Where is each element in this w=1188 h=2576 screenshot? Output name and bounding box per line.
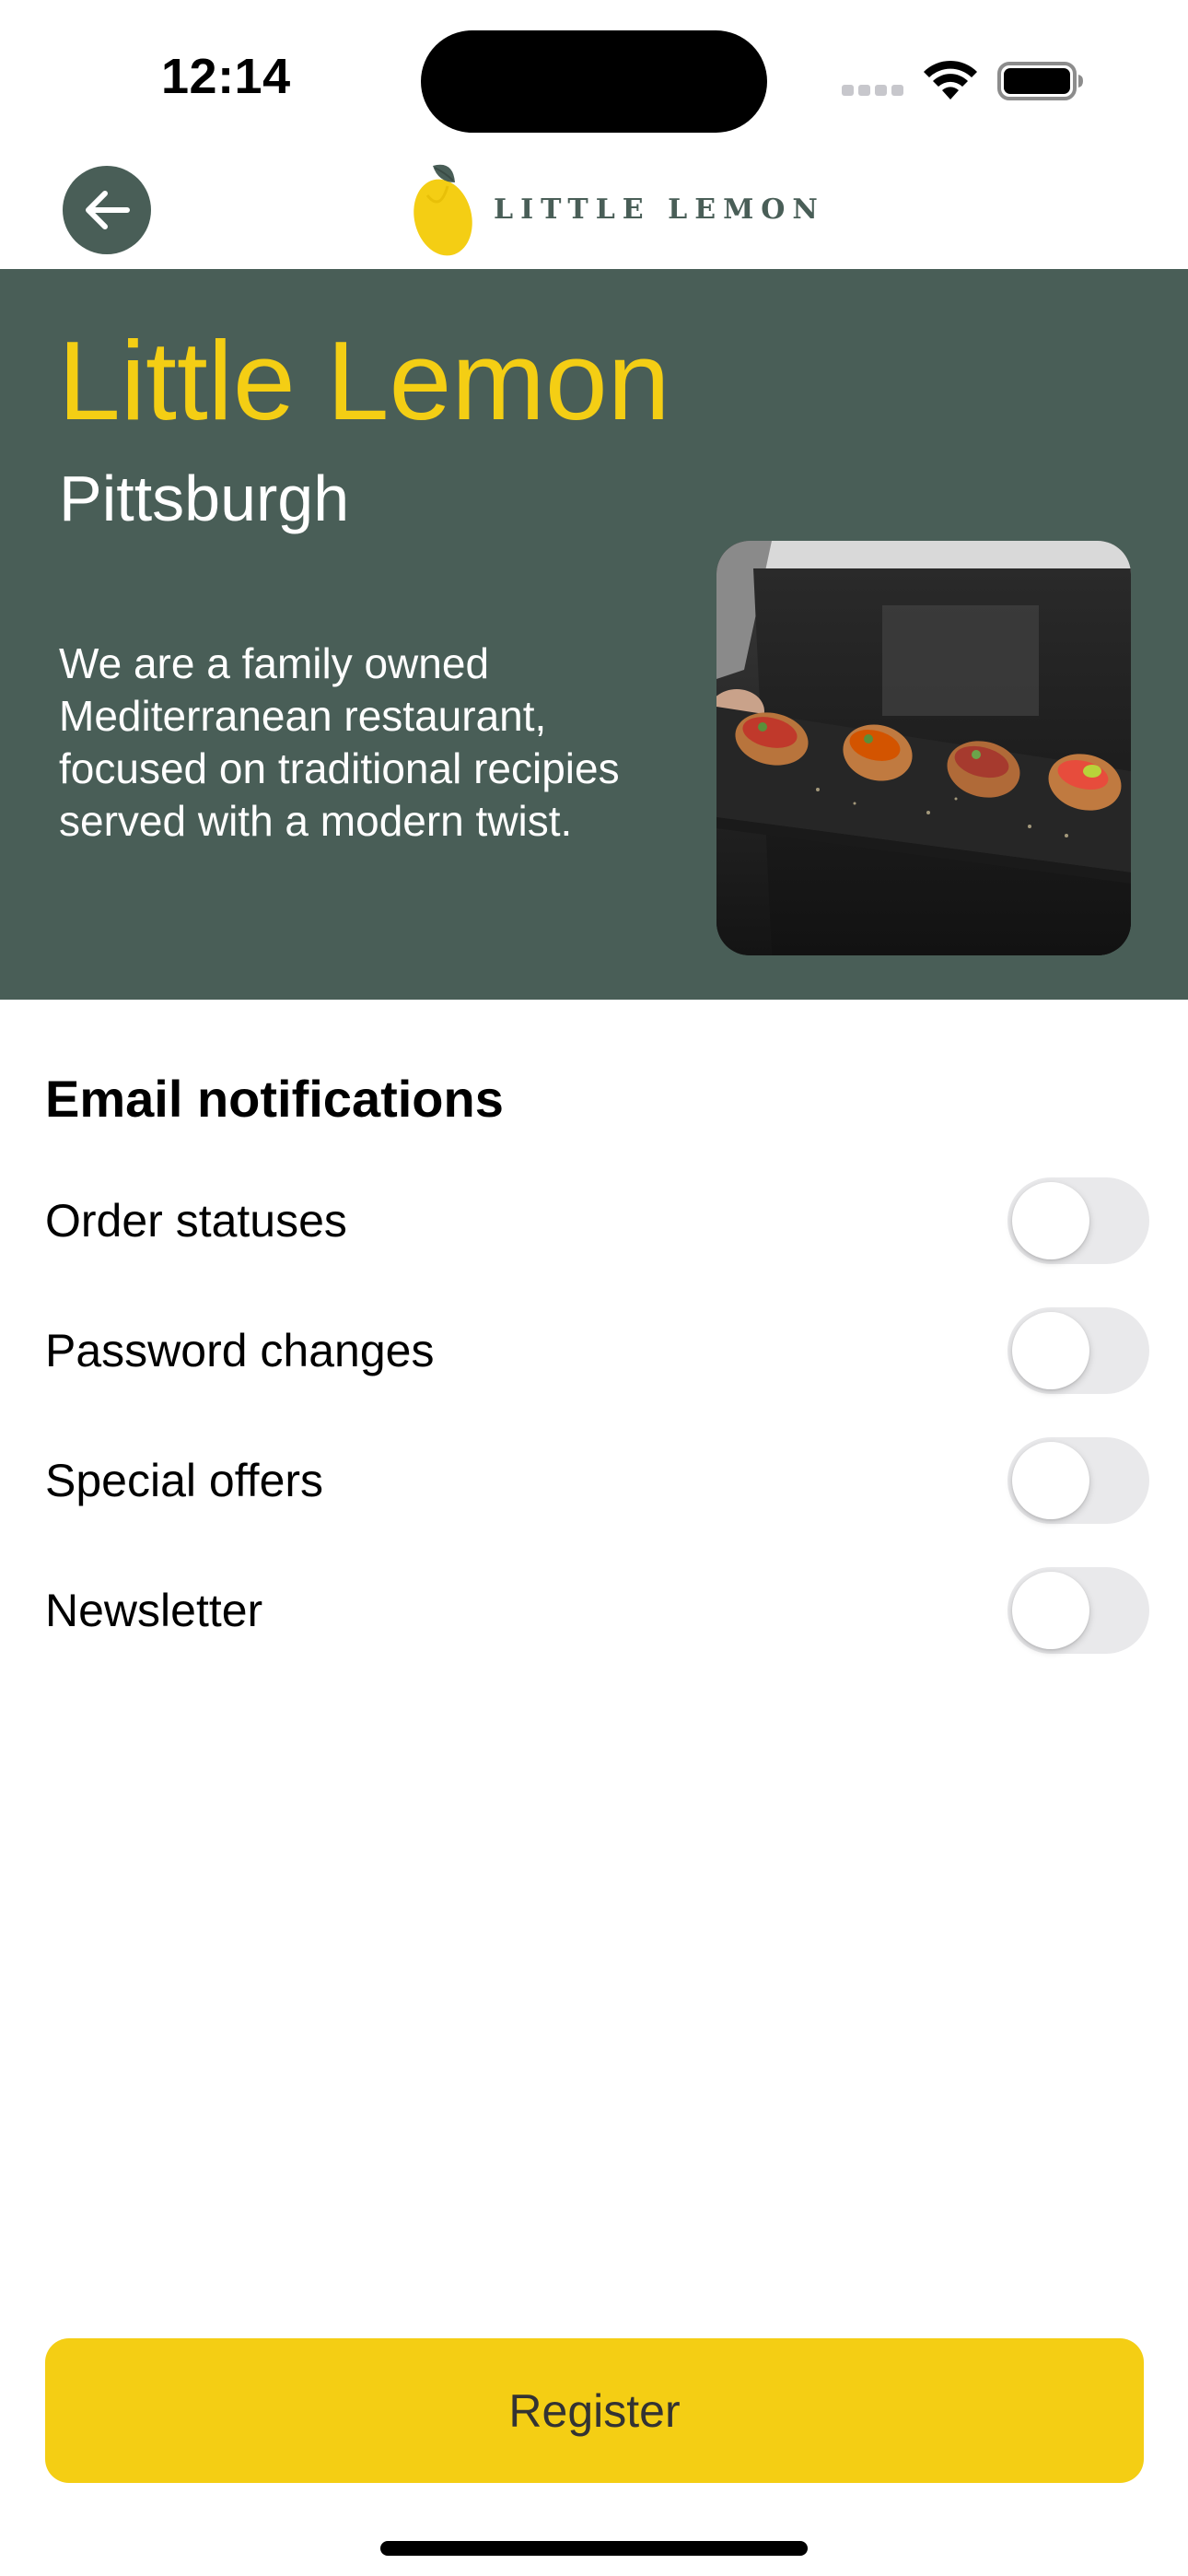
toggle-knob bbox=[1012, 1312, 1089, 1389]
home-indicator[interactable] bbox=[380, 2541, 808, 2556]
toggle-row-password-changes: Password changes bbox=[0, 1307, 1188, 1394]
toggle-row-special-offers: Special offers bbox=[0, 1437, 1188, 1524]
restaurant-city: Pittsburgh bbox=[59, 463, 350, 534]
status-bar: 12:14 bbox=[0, 0, 1188, 147]
toggle-label: Password changes bbox=[45, 1325, 435, 1376]
order-statuses-toggle[interactable] bbox=[1007, 1177, 1149, 1264]
toggle-knob bbox=[1012, 1572, 1089, 1649]
toggle-row-order-statuses: Order statuses bbox=[0, 1177, 1188, 1264]
email-notifications-title: Email notifications bbox=[45, 1070, 504, 1128]
wifi-icon bbox=[924, 60, 977, 100]
toggle-label: Newsletter bbox=[45, 1585, 263, 1636]
toggle-knob bbox=[1012, 1182, 1089, 1259]
battery-icon bbox=[997, 62, 1083, 100]
special-offers-toggle[interactable] bbox=[1007, 1437, 1149, 1524]
status-time: 12:14 bbox=[161, 49, 291, 104]
logo-text: LITTLE LEMON bbox=[494, 193, 825, 226]
toggle-label: Special offers bbox=[45, 1455, 324, 1506]
logo: LITTLE LEMON bbox=[413, 158, 825, 260]
password-changes-toggle[interactable] bbox=[1007, 1307, 1149, 1394]
lemon-icon bbox=[413, 164, 472, 256]
arrow-left-icon bbox=[86, 191, 130, 229]
profile-screen: 12:14 LITTLE LEMON Little Lemon Pittsbur… bbox=[0, 0, 1188, 2576]
signal-icon bbox=[842, 85, 904, 96]
hero-banner: Little Lemon Pittsburgh We are a family … bbox=[0, 269, 1188, 1000]
toggle-knob bbox=[1012, 1442, 1089, 1519]
register-button[interactable]: Register bbox=[45, 2338, 1144, 2483]
nav-header: LITTLE LEMON bbox=[0, 147, 1188, 269]
restaurant-description: We are a family owned Mediterranean rest… bbox=[59, 639, 620, 845]
toggle-row-newsletter: Newsletter bbox=[0, 1567, 1188, 1654]
newsletter-toggle[interactable] bbox=[1007, 1567, 1149, 1654]
hero-image bbox=[716, 541, 1131, 955]
toggle-label: Order statuses bbox=[45, 1195, 347, 1247]
restaurant-name: Little Lemon bbox=[58, 318, 670, 443]
back-button[interactable] bbox=[63, 166, 151, 254]
dynamic-island bbox=[421, 30, 767, 133]
